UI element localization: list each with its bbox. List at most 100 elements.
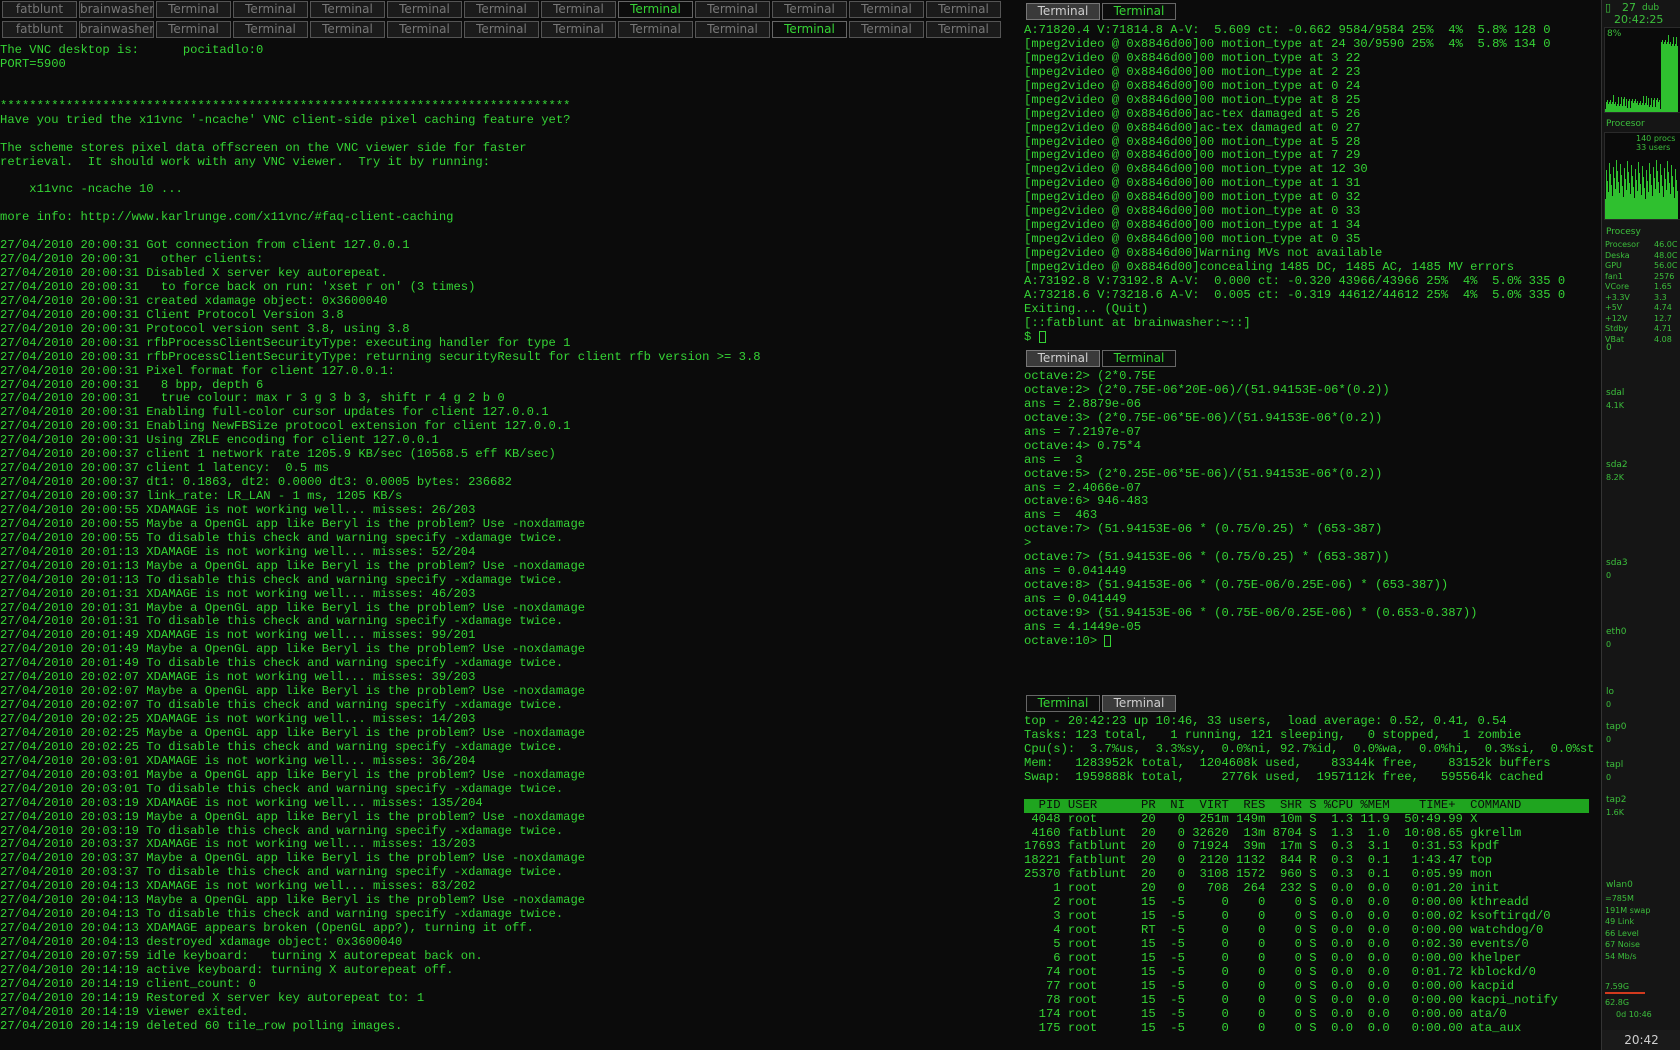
tab-terminal[interactable]: Terminal	[926, 21, 1001, 38]
terminal-line: 27/04/2010 20:02:25 XDAMAGE is not worki…	[0, 712, 476, 726]
terminal-line: 27/04/2010 20:02:07 Maybe a OpenGL app l…	[0, 684, 586, 699]
tab-terminal[interactable]: Terminal	[1026, 3, 1100, 20]
mem-bar	[1605, 992, 1645, 994]
tab-fatblunt[interactable]: fatblunt	[2, 1, 77, 18]
cpu-graph	[1604, 27, 1680, 113]
terminal-line: [mpeg2video @ 0x8846d00]00 motion_type a…	[1024, 92, 1361, 107]
tab-terminal[interactable]: Terminal	[233, 21, 308, 38]
process-row: 77 root 15 -5 0 0 0 S 0.0 0.0 0:00.00 ka…	[1024, 978, 1515, 993]
tab-terminal[interactable]: Terminal	[1102, 3, 1176, 20]
terminal-line: [mpeg2video @ 0x8846d00]00 motion_type a…	[1024, 162, 1368, 177]
gk-time: 20:42:25	[1614, 13, 1664, 26]
terminal-line: [mpeg2video @ 0x8846d00]00 motion_type a…	[1024, 218, 1361, 233]
sensor-value: 1.65	[1654, 282, 1672, 291]
tab-terminal[interactable]: Terminal	[156, 21, 231, 38]
net-value: 1.6K	[1606, 808, 1624, 817]
terminal-line: octave:2> (2*0.75E	[1024, 369, 1156, 383]
top-terminal[interactable]: Terminal Terminal top - 20:42:23 up 10:46…	[1024, 692, 1600, 1050]
tab-brainwasher[interactable]: brainwasher	[79, 1, 154, 18]
disk-sdal: sdal	[1606, 388, 1625, 398]
terminal-line: [mpeg2video @ 0x8846d00]Warning MVs not …	[1024, 246, 1383, 260]
terminal-line: 27/04/2010 20:00:31 Disabled X server ke…	[0, 266, 388, 280]
top-summary-line: Tasks: 123 total, 1 running, 121 sleepin…	[1024, 727, 1522, 742]
tab-fatblunt[interactable]: fatblunt	[2, 21, 77, 38]
tab-terminal[interactable]: Terminal	[926, 1, 1001, 18]
terminal-line: 27/04/2010 20:01:31 XDAMAGE is not worki…	[0, 586, 476, 601]
tab-bar-row2: fatblunt brainwasher Terminal Terminal Termi…	[0, 20, 1003, 40]
tab-terminal[interactable]: Terminal	[618, 21, 693, 38]
tab-terminal[interactable]: Terminal	[772, 21, 847, 38]
top-summary-line: Swap: 1959888k total, 2776k used, 195711…	[1024, 769, 1544, 784]
terminal-line: 27/04/2010 20:01:49 To disable this chec…	[0, 656, 564, 671]
terminal-line: [mpeg2video @ 0x8846d00]00 motion_type a…	[1024, 176, 1361, 191]
terminal-line: ans = 4.1449e-05	[1024, 619, 1142, 634]
tab-terminal[interactable]: Terminal	[695, 1, 770, 18]
wlan-label: wlan0	[1606, 880, 1633, 890]
mplayer-terminal[interactable]: Terminal Terminal A:71820.4 V:71814.8 A-V…	[1024, 0, 1600, 347]
net-value: 0	[1606, 773, 1612, 782]
tab-terminal[interactable]: Terminal	[387, 21, 462, 38]
terminal-line: 27/04/2010 20:01:31 Maybe a OpenGL app l…	[0, 600, 586, 615]
process-row: 2 root 15 -5 0 0 0 S 0.0 0.0 0:00.00 kth…	[1024, 895, 1529, 910]
vnc-log-terminal[interactable]: fatblunt brainwasher Terminal Terminal Termi…	[0, 0, 1003, 1050]
process-row: 175 root 15 -5 0 0 0 S 0.0 0.0 0:00.00 a…	[1024, 1020, 1522, 1035]
proc-label: Procesor	[1606, 119, 1645, 129]
tab-terminal[interactable]: Terminal	[618, 1, 693, 18]
mem-used: 7.59G	[1605, 982, 1630, 991]
tab-terminal[interactable]: Terminal	[464, 21, 539, 38]
terminal-line: 27/04/2010 20:00:31 Enabling full-color …	[0, 405, 549, 420]
octave-terminal[interactable]: Terminal Terminal octave:2> (2*0.75E octav…	[1024, 347, 1600, 692]
terminal-line: [mpeg2video @ 0x8846d00]00 motion_type a…	[1024, 78, 1361, 93]
sensor-value: 3.3	[1654, 292, 1667, 302]
tab-terminal[interactable]: Terminal	[310, 1, 385, 18]
terminal-line: >	[1024, 536, 1032, 551]
terminal-line: ans = 2.8879e-06	[1024, 396, 1142, 411]
terminal-line: [mpeg2video @ 0x8846d00]00 motion_type a…	[1024, 232, 1361, 247]
terminal-line: 27/04/2010 20:02:25 To disable this chec…	[0, 739, 564, 754]
tab-terminal[interactable]: Terminal	[156, 1, 231, 18]
disk-value: 8.2K	[1606, 473, 1624, 482]
net-value: 0	[1606, 700, 1612, 709]
tab-terminal[interactable]: Terminal	[541, 1, 616, 18]
terminal-line: Exiting... (Quit)	[1024, 301, 1149, 316]
process-table-header: PID USER PR NI VIRT RES SHR S %CPU %MEM …	[1024, 798, 1589, 813]
net-value: 0	[1606, 640, 1612, 649]
terminal-line: 27/04/2010 20:00:31 8 bpp, depth 6	[0, 377, 264, 392]
sensor-name: GPU	[1605, 261, 1622, 270]
terminal-line: 27/04/2010 20:14:19 client_count: 0	[0, 976, 256, 991]
tab-terminal[interactable]: Terminal	[1102, 350, 1176, 367]
terminal-line: octave:5> (2*0.25E-06*5E-06)/(51.94153E-…	[1024, 466, 1383, 481]
tab-terminal[interactable]: Terminal	[1102, 695, 1176, 712]
sensor-value: 2576	[1654, 271, 1675, 281]
process-row: 17693 fatblunt 20 0 71924 39m 17m S 0.3 …	[1024, 839, 1500, 854]
tab-terminal[interactable]: Terminal	[772, 1, 847, 18]
tab-terminal[interactable]: Terminal	[849, 21, 924, 38]
tab-terminal[interactable]: Terminal	[541, 21, 616, 38]
terminal-line: 27/04/2010 20:07:59 idle keyboard: turni…	[0, 948, 483, 963]
tab-terminal[interactable]: Terminal	[233, 1, 308, 18]
process-row: 6 root 15 -5 0 0 0 S 0.0 0.0 0:00.00 khe…	[1024, 950, 1522, 965]
terminal-line: 27/04/2010 20:00:37 link_rate: LR_LAN - …	[0, 489, 403, 503]
top-output: top - 20:42:23 up 10:46, 33 users, load …	[1024, 714, 1600, 1036]
tab-terminal[interactable]: Terminal	[849, 1, 924, 18]
terminal-line: A:73218.6 V:73218.6 A-V: 0.005 ct: -0.31…	[1024, 287, 1566, 302]
net-value: 0	[1606, 735, 1612, 744]
terminal-line: 27/04/2010 20:03:01 To disable this chec…	[0, 781, 564, 796]
tab-terminal[interactable]: Terminal	[695, 21, 770, 38]
terminal-line: 27/04/2010 20:03:37 Maybe a OpenGL app l…	[0, 851, 586, 866]
tab-terminal[interactable]: Terminal	[387, 1, 462, 18]
tab-terminal[interactable]: Terminal	[1026, 695, 1100, 712]
sensor-value: 4.74	[1654, 303, 1672, 312]
tab-terminal[interactable]: Terminal	[1026, 350, 1100, 367]
terminal-line: ans = 0.041449	[1024, 592, 1127, 606]
sensor-value: 46.0C	[1654, 240, 1678, 249]
uptime: 0d 10:46	[1616, 1010, 1652, 1019]
sensor-value: 12.7	[1654, 313, 1672, 323]
net-lo: lo	[1606, 687, 1615, 697]
tab-brainwasher[interactable]: brainwasher	[79, 21, 154, 38]
tab-terminal[interactable]: Terminal	[310, 21, 385, 38]
tab-terminal[interactable]: Terminal	[464, 1, 539, 18]
terminal-line: Have you tried the x11vnc '-ncache' VNC …	[0, 112, 571, 127]
